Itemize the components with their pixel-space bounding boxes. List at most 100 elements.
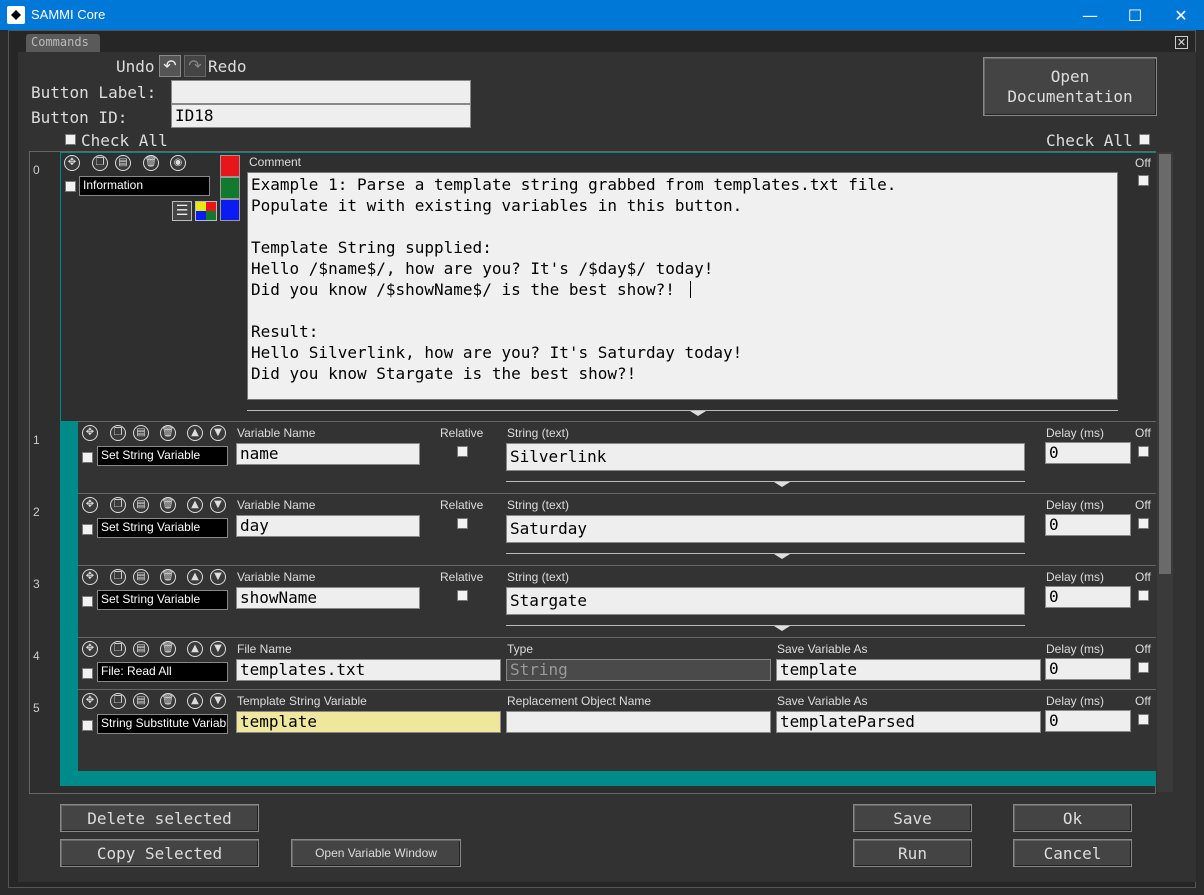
visibility-eye-icon[interactable]: ◉: [170, 155, 186, 171]
copy-selected-button[interactable]: Copy Selected: [60, 839, 259, 867]
move-down-icon[interactable]: ▼: [210, 693, 226, 709]
save-variable-input[interactable]: template: [776, 659, 1041, 681]
copy-icon[interactable]: ❐: [110, 497, 126, 513]
copy-icon[interactable]: ❐: [110, 693, 126, 709]
color-swatch-green[interactable]: [220, 177, 240, 199]
off-checkbox[interactable]: [1138, 714, 1149, 725]
close-panel-icon[interactable]: ✕: [1175, 36, 1188, 49]
off-checkbox[interactable]: [1138, 518, 1149, 529]
move-icon[interactable]: ✥: [82, 425, 98, 441]
delay-input[interactable]: 0: [1045, 442, 1131, 464]
tab-commands[interactable]: Commands: [26, 34, 100, 52]
color-swatch-red[interactable]: [220, 155, 240, 177]
cancel-button[interactable]: Cancel: [1013, 839, 1132, 867]
delete-icon[interactable]: 🗑: [160, 569, 176, 585]
off-checkbox[interactable]: [1138, 446, 1149, 457]
string-text-input[interactable]: Silverlink: [506, 443, 1025, 471]
delete-icon[interactable]: 🗑: [160, 641, 176, 657]
paste-icon[interactable]: ▤: [133, 569, 149, 585]
row-select-checkbox[interactable]: [82, 452, 93, 463]
move-up-icon[interactable]: ▲: [187, 641, 203, 657]
move-icon[interactable]: ✥: [82, 641, 98, 657]
maximize-button[interactable]: ☐: [1112, 0, 1158, 30]
off-checkbox[interactable]: [1138, 662, 1149, 673]
relative-checkbox[interactable]: [457, 518, 468, 529]
color-picker-icon[interactable]: [195, 201, 217, 221]
run-button[interactable]: Run: [853, 839, 972, 867]
save-button[interactable]: Save: [853, 804, 972, 832]
move-icon[interactable]: ✥: [82, 693, 98, 709]
expand-arrow-icon[interactable]: [774, 482, 790, 487]
undo-icon[interactable]: ↶: [159, 55, 181, 77]
relative-checkbox[interactable]: [457, 446, 468, 457]
delete-icon[interactable]: 🗑: [160, 693, 176, 709]
move-down-icon[interactable]: ▼: [210, 569, 226, 585]
field-input[interactable]: templates.txt: [236, 659, 501, 681]
button-label-input[interactable]: [171, 80, 471, 104]
paste-icon[interactable]: ▤: [133, 497, 149, 513]
delete-icon[interactable]: 🗑: [143, 155, 159, 171]
expand-arrow-icon[interactable]: [774, 626, 790, 631]
delay-input[interactable]: 0: [1045, 710, 1131, 732]
menu-icon[interactable]: ☰: [172, 201, 192, 221]
move-up-icon[interactable]: ▲: [187, 497, 203, 513]
row-select-checkbox[interactable]: [65, 181, 76, 192]
delay-input[interactable]: 0: [1045, 586, 1131, 608]
field-input[interactable]: day: [236, 515, 420, 537]
move-icon[interactable]: ✥: [82, 569, 98, 585]
paste-icon[interactable]: ▤: [133, 641, 149, 657]
relative-checkbox[interactable]: [457, 590, 468, 601]
redo-icon[interactable]: ↷: [184, 55, 206, 77]
scrollbar-thumb[interactable]: [1159, 154, 1171, 574]
save-variable-input[interactable]: templateParsed: [776, 711, 1041, 733]
delete-icon[interactable]: 🗑: [160, 497, 176, 513]
color-swatch-blue[interactable]: [220, 199, 240, 221]
button-id-input[interactable]: ID18: [171, 104, 471, 128]
row-number: 4: [33, 649, 40, 663]
check-all-checkbox-right[interactable]: [1139, 134, 1150, 145]
copy-icon[interactable]: ❐: [110, 425, 126, 441]
move-up-icon[interactable]: ▲: [187, 693, 203, 709]
field-input[interactable]: showName: [236, 587, 420, 609]
move-down-icon[interactable]: ▼: [210, 641, 226, 657]
move-icon[interactable]: ✥: [64, 155, 80, 171]
move-up-icon[interactable]: ▲: [187, 425, 203, 441]
row-select-checkbox[interactable]: [82, 720, 93, 731]
paste-icon[interactable]: ▤: [133, 425, 149, 441]
row-select-checkbox[interactable]: [82, 668, 93, 679]
expand-arrow-icon[interactable]: [690, 411, 706, 416]
ok-button[interactable]: Ok: [1013, 804, 1132, 832]
redo-label[interactable]: Redo: [208, 57, 247, 76]
move-icon[interactable]: ✥: [82, 497, 98, 513]
delete-selected-button[interactable]: Delete selected: [60, 804, 259, 832]
paste-icon[interactable]: ▤: [115, 155, 131, 171]
copy-icon[interactable]: ❐: [110, 569, 126, 585]
check-all-checkbox-left[interactable]: [65, 134, 76, 145]
expand-arrow-icon[interactable]: [774, 554, 790, 559]
move-up-icon[interactable]: ▲: [187, 569, 203, 585]
delete-icon[interactable]: 🗑: [160, 425, 176, 441]
open-documentation-button[interactable]: Open Documentation: [983, 57, 1157, 116]
replacement-object-input[interactable]: [506, 711, 771, 733]
move-down-icon[interactable]: ▼: [210, 497, 226, 513]
minimize-button[interactable]: —: [1067, 0, 1113, 30]
field-input[interactable]: template: [236, 711, 501, 733]
open-variable-window-button[interactable]: Open Variable Window: [291, 839, 461, 867]
delay-input[interactable]: 0: [1045, 658, 1131, 680]
string-text-input[interactable]: Stargate: [506, 587, 1025, 615]
string-text-input[interactable]: Saturday: [506, 515, 1025, 543]
copy-icon[interactable]: ❐: [110, 641, 126, 657]
row-select-checkbox[interactable]: [82, 596, 93, 607]
off-label: Off: [1135, 498, 1151, 512]
field-input[interactable]: name: [236, 443, 420, 465]
paste-icon[interactable]: ▤: [133, 693, 149, 709]
undo-label[interactable]: Undo: [116, 57, 155, 76]
copy-icon[interactable]: ❐: [92, 155, 108, 171]
row-number: 5: [33, 701, 40, 715]
off-checkbox[interactable]: [1138, 590, 1149, 601]
close-window-button[interactable]: ✕: [1158, 0, 1204, 30]
row-select-checkbox[interactable]: [82, 524, 93, 535]
off-checkbox[interactable]: [1138, 175, 1149, 186]
move-down-icon[interactable]: ▼: [210, 425, 226, 441]
delay-input[interactable]: 0: [1045, 514, 1131, 536]
